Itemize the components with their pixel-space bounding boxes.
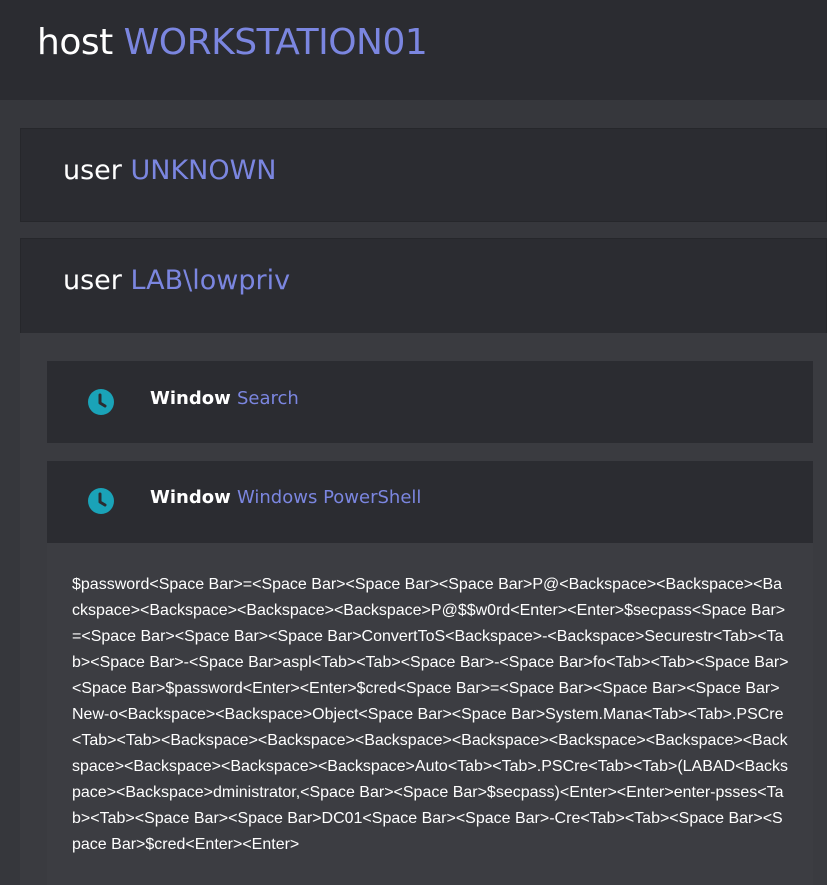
- user-title: user UNKNOWN: [63, 155, 277, 186]
- window-label: Window: [150, 487, 231, 508]
- host-label: host: [37, 22, 113, 63]
- window-label: Window: [150, 388, 231, 409]
- host-header: host WORKSTATION01: [0, 0, 827, 100]
- user-title: user LAB\lowpriv: [63, 265, 290, 296]
- user-panel-lowpriv[interactable]: user LAB\lowpriv: [20, 238, 827, 334]
- user-name: LAB\lowpriv: [130, 265, 291, 296]
- user-panel-unknown[interactable]: user UNKNOWN: [20, 128, 827, 222]
- user-label: user: [63, 265, 122, 296]
- window-title-powershell: Window Windows PowerShell: [150, 487, 421, 508]
- window-name: Windows PowerShell: [237, 487, 422, 508]
- window-name: Search: [237, 388, 299, 409]
- user-label: user: [63, 155, 122, 186]
- host-name: WORKSTATION01: [123, 22, 428, 63]
- window-title-search: Window Search: [150, 388, 299, 409]
- clock-icon: [88, 488, 114, 514]
- keystroke-log-text: $password<Space Bar>=<Space Bar><Space B…: [72, 576, 789, 853]
- user-name: UNKNOWN: [130, 155, 277, 186]
- clock-icon: [88, 389, 114, 415]
- host-title: host WORKSTATION01: [37, 22, 428, 63]
